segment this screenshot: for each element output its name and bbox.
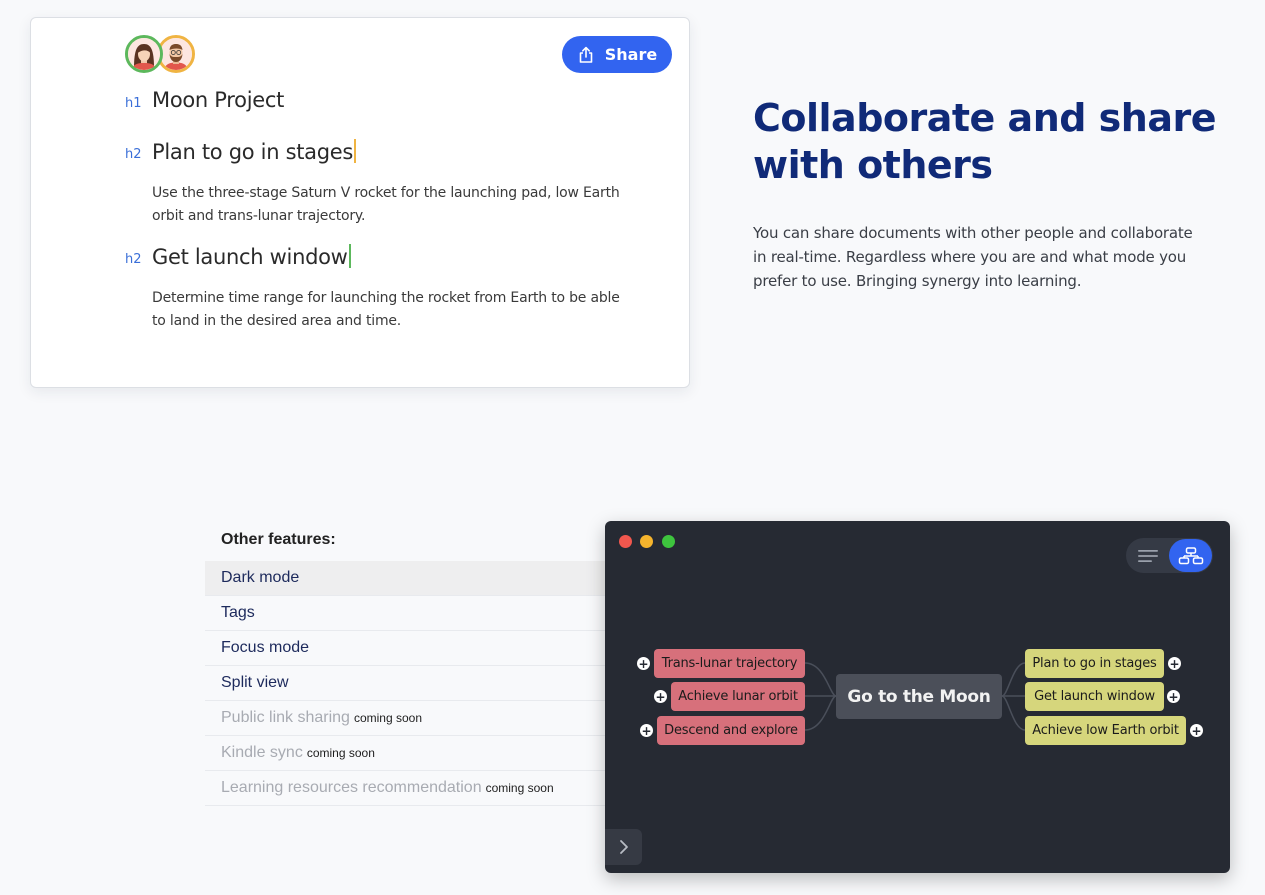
coming-soon-badge: coming soon [353,711,422,725]
mindmap-node-descend[interactable]: Descend and explore [657,716,805,745]
expand-node-plus-icon[interactable]: + [1167,690,1180,703]
expand-node-plus-icon[interactable]: + [1190,724,1203,737]
mindmap-node-low-earth-orbit[interactable]: Achieve low Earth orbit [1025,716,1186,745]
feature-label: Public link sharing [221,709,350,726]
expand-node-plus-icon[interactable]: + [654,690,667,703]
share-button-label: Share [604,45,658,64]
feature-item-kindle-sync: Kindle sync coming soon [205,736,605,771]
expand-node-plus-icon[interactable]: + [637,657,650,670]
feature-label: Dark mode [221,569,300,586]
coming-soon-badge: coming soon [306,746,375,760]
feature-label: Split view [221,674,289,691]
feature-item-tags[interactable]: Tags [205,596,605,631]
hero-title: Collaborate and share with others [753,96,1217,187]
feature-list: Dark mode Tags Focus mode Split view Pub… [205,561,605,806]
expand-node-plus-icon[interactable]: + [1168,657,1181,670]
mindmap-central-node[interactable]: Go to the Moon [836,674,1002,719]
heading-level-tag: h1 [125,96,142,111]
document-card: Share h1 Moon Project h2 Plan to go in s… [30,17,690,388]
feature-item-focus-mode[interactable]: Focus mode [205,631,605,666]
feature-label: Tags [221,604,255,621]
feature-label: Learning resources recommendation [221,779,482,796]
avatar-woman-icon[interactable] [125,35,163,73]
features-title: Other features: [221,531,336,548]
chevron-right-icon [619,840,628,854]
mindmap-window: Go to the Moon Trans-lunar trajectory Ac… [605,521,1230,873]
hero-description: You can share documents with other peopl… [753,224,1193,290]
feature-item-learning-resources: Learning resources recommendation coming… [205,771,605,806]
heading-level-tag: h2 [125,147,142,162]
section-body-launch[interactable]: Determine time range for launching the r… [152,287,622,333]
mindmap-node-lunar-orbit[interactable]: Achieve lunar orbit [671,682,805,711]
section-heading-text: Get launch window [152,245,348,269]
section-heading-stages[interactable]: Plan to go in stages [152,139,357,164]
share-upload-icon [577,46,595,64]
heading-level-tag: h2 [125,252,142,267]
feature-item-dark-mode[interactable]: Dark mode [205,561,605,596]
coming-soon-badge: coming soon [485,781,554,795]
collaborator-cursor-yellow [354,139,357,163]
sidebar-expand-button[interactable] [605,829,642,865]
document-title[interactable]: Moon Project [152,88,284,112]
mindmap-node-stages[interactable]: Plan to go in stages [1025,649,1164,678]
collaborator-cursor-green [348,244,351,268]
section-body-stages[interactable]: Use the three-stage Saturn V rocket for … [152,182,622,228]
section-heading-launch[interactable]: Get launch window [152,244,351,269]
mindmap-node-launch-window[interactable]: Get launch window [1025,682,1164,711]
section-heading-text: Plan to go in stages [152,140,354,164]
feature-item-public-link-sharing: Public link sharing coming soon [205,701,605,736]
expand-node-plus-icon[interactable]: + [640,724,653,737]
feature-item-split-view[interactable]: Split view [205,666,605,701]
share-button[interactable]: Share [562,36,672,73]
collaborator-avatars [125,35,195,73]
feature-label: Kindle sync [221,744,303,761]
feature-label: Focus mode [221,639,310,656]
mindmap-node-trans-lunar[interactable]: Trans-lunar trajectory [654,649,805,678]
